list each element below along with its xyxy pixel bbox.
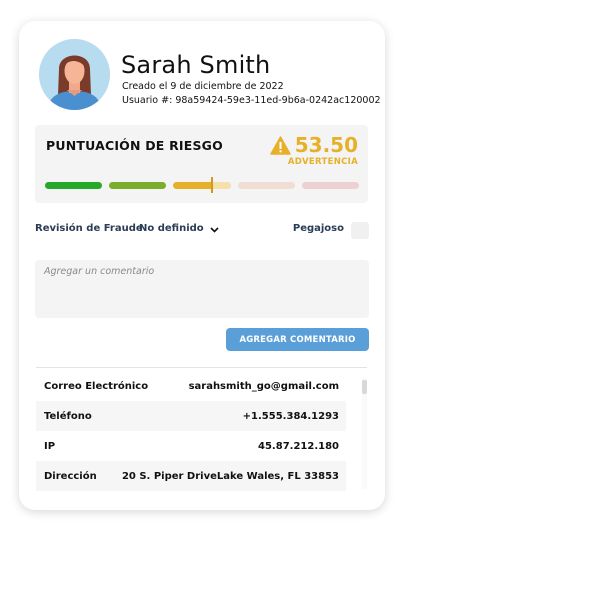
risk-score-value: 53.50 [294,133,358,157]
risk-meter-segment [45,182,103,189]
created-date: Creado el 9 de diciembre de 2022 [122,81,284,92]
user-id-label: Usuario #: [122,95,173,106]
add-comment-button[interactable]: AGREGAR COMENTARIO [226,328,369,351]
risk-meter-segment [173,182,231,189]
risk-score-display: 53.50 [269,133,358,157]
risk-meter-marker [211,177,213,193]
detail-key: Dirección [44,470,97,482]
risk-meter-segment [301,182,359,189]
detail-row-ip: IP 45.87.212.180 [36,431,346,461]
user-id-value: 98a59424-59e3-11ed-9b6a-0242ac120002 [175,95,381,106]
section-divider [36,367,367,368]
risk-meter-segment [109,182,167,189]
detail-value: +1.555.384.1293 [242,410,339,422]
detail-value: 20 S. Piper DriveLake Wales, FL 33853 [121,470,339,482]
fraud-review-label: Revisión de Fraude [35,223,143,234]
risk-score-title: PUNTUACIÓN DE RIESGO [46,138,223,153]
detail-key: IP [44,440,56,452]
user-details-list: Correo Electrónico sarahsmith_go@gmail.c… [36,371,346,491]
user-id-row: Usuario #: 98a59424-59e3-11ed-9b6a-0242a… [122,95,381,106]
user-profile-card: Sarah Smith Creado el 9 de diciembre de … [19,21,385,510]
sticky-label: Pegajoso [292,223,344,234]
detail-row-email: Correo Electrónico sarahsmith_go@gmail.c… [36,371,346,401]
detail-value: 45.87.212.180 [258,440,339,452]
risk-score-meter [45,177,359,193]
detail-row-address: Dirección 20 S. Piper DriveLake Wales, F… [36,461,346,491]
detail-key: Correo Electrónico [44,380,149,392]
detail-row-phone: Teléfono +1.555.384.1293 [36,401,346,431]
risk-level-label: ADVERTENCIA [287,157,358,167]
details-scrollbar[interactable] [362,378,367,489]
sticky-checkbox[interactable] [351,222,369,239]
risk-score-panel: PUNTUACIÓN DE RIESGO 53.50 ADVERTENCIA [35,125,368,203]
detail-key: Teléfono [44,410,92,422]
fraud-review-selected: No definido [139,223,204,234]
scrollbar-thumb[interactable] [362,380,367,394]
warning-triangle-icon [269,135,291,155]
detail-value: sarahsmith_go@gmail.com [188,380,339,392]
fraud-review-select[interactable]: No definido [139,223,219,234]
user-name: Sarah Smith [121,51,271,79]
chevron-down-icon [210,226,219,233]
risk-meter-segment [237,182,295,189]
user-avatar-icon [39,39,110,110]
comment-input[interactable] [35,260,369,318]
